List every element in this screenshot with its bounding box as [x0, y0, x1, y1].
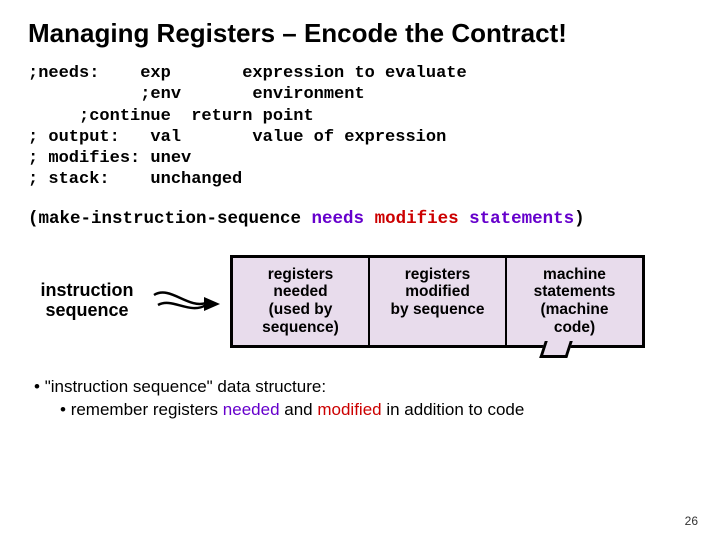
- modified-word: modified: [317, 400, 381, 419]
- make-open: (make-instruction-sequence: [28, 209, 312, 229]
- needed-word: needed: [223, 400, 280, 419]
- contract-line-4: ; output: val value of expression: [28, 128, 446, 147]
- box-machine-statements: machine statements (machine code): [507, 258, 642, 345]
- bullet-list: "instruction sequence" data structure: r…: [34, 376, 692, 422]
- make-instruction-sequence: (make-instruction-sequence needs modifie…: [28, 209, 692, 229]
- make-close: ): [574, 209, 585, 229]
- contract-line-5: ; modifies: unev: [28, 149, 191, 168]
- diagram-label: instruction sequence: [32, 281, 142, 321]
- contract-line-6: ; stack: unchanged: [28, 170, 242, 189]
- contract-code: ;needs: exp expression to evaluate ;env …: [28, 63, 692, 191]
- box-registers-needed: registers needed (used by sequence): [233, 258, 370, 345]
- contract-line-2: ;env environment: [28, 85, 365, 104]
- box-registers-modified: registers modified by sequence: [370, 258, 507, 345]
- page-number: 26: [685, 514, 698, 528]
- bullet-2: remember registers needed and modified i…: [60, 399, 692, 422]
- contract-line-3: ;continue return point: [28, 107, 314, 126]
- bullet-1: "instruction sequence" data structure:: [34, 376, 692, 399]
- make-modifies: modifies: [375, 209, 459, 229]
- arrow-icon: [150, 283, 222, 319]
- diagram: instruction sequence registers needed (u…: [32, 255, 692, 348]
- slide-title: Managing Registers – Encode the Contract…: [28, 18, 692, 49]
- contract-line-1: ;needs: exp expression to evaluate: [28, 64, 467, 83]
- callout-tail-icon: [539, 341, 573, 358]
- sequence-boxes: registers needed (used by sequence) regi…: [230, 255, 645, 348]
- make-statements: statements: [469, 209, 574, 229]
- make-needs: needs: [312, 209, 365, 229]
